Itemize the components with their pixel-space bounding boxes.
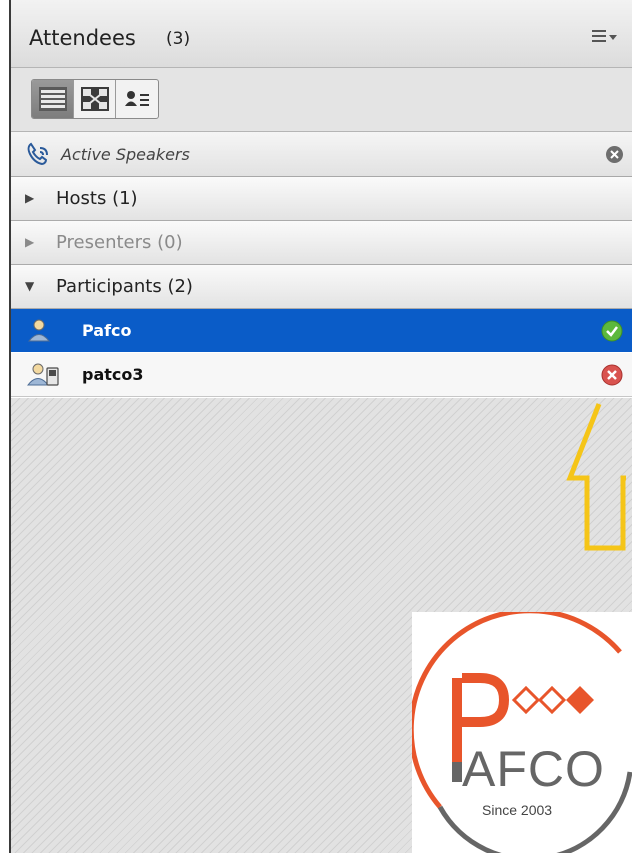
attendees-panel: Attendees (3) Active Speakers ▶ Hosts (1… xyxy=(0,0,632,853)
user-icon xyxy=(27,317,61,345)
group-label: Hosts (1) xyxy=(56,188,138,209)
panel-header: Attendees (3) xyxy=(11,0,632,68)
network-view-button[interactable] xyxy=(74,80,116,118)
panel-title: Attendees xyxy=(29,26,136,50)
collapsed-arrow-icon: ▶ xyxy=(25,235,35,249)
participant-name: patco3 xyxy=(82,365,144,384)
group-hosts[interactable]: ▶ Hosts (1) xyxy=(11,177,632,221)
close-circle-icon[interactable] xyxy=(605,145,624,164)
list-view-button[interactable] xyxy=(32,80,74,118)
participant-row[interactable]: patco3 xyxy=(11,353,632,397)
view-toolbar xyxy=(11,68,632,132)
up-arrow-outline-icon xyxy=(565,400,627,552)
logo-tagline: Since 2003 xyxy=(482,802,553,818)
card-view-button[interactable] xyxy=(116,80,158,118)
status-ready-icon xyxy=(601,320,623,342)
attendee-count: (3) xyxy=(166,29,191,49)
group-label: Presenters (0) xyxy=(56,232,183,253)
user-phone-icon xyxy=(26,361,61,389)
hamburger-menu-dropdown-icon[interactable] xyxy=(590,28,620,46)
logo-brand-letters: AFCO xyxy=(462,741,605,797)
group-participants[interactable]: ▼ Participants (2) xyxy=(11,265,632,309)
view-switcher xyxy=(31,79,159,119)
expanded-arrow-icon: ▼ xyxy=(25,279,35,293)
group-presenters[interactable]: ▶ Presenters (0) xyxy=(11,221,632,265)
collapsed-arrow-icon: ▶ xyxy=(25,191,35,205)
active-speakers-bar: Active Speakers xyxy=(11,132,632,177)
pafco-logo: AFCO Since 2003 xyxy=(412,612,632,853)
phone-speaking-icon xyxy=(25,141,53,167)
network-view-icon xyxy=(80,87,109,111)
active-speakers-label: Active Speakers xyxy=(61,145,190,164)
participant-row[interactable]: Pafco xyxy=(11,309,632,352)
group-label: Participants (2) xyxy=(56,276,193,297)
list-view-icon xyxy=(38,87,67,111)
status-not-ready-icon xyxy=(601,364,623,386)
participant-name: Pafco xyxy=(82,321,132,340)
panel-left-border xyxy=(9,0,11,853)
card-view-icon xyxy=(125,91,149,106)
